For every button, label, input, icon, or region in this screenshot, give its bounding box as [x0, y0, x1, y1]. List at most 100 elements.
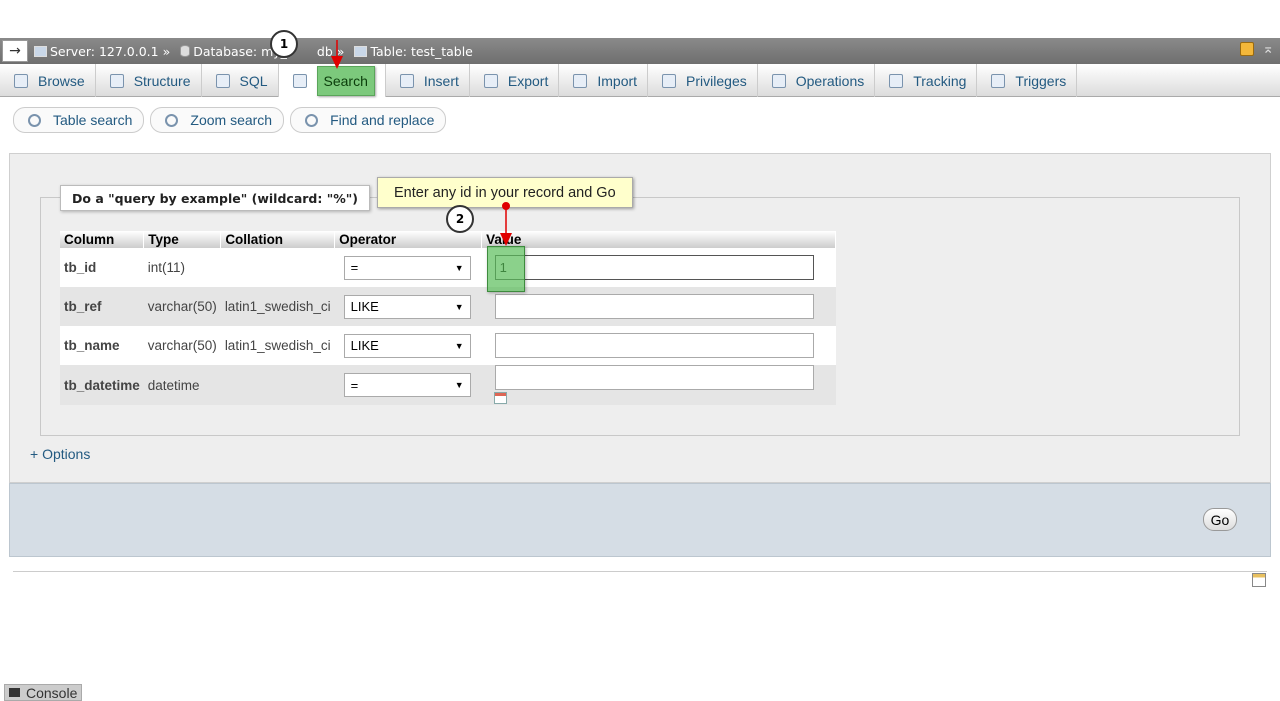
breadcrumb-server-label: Server: 127.0.0.1: [50, 43, 159, 59]
console-label: Console: [26, 684, 78, 701]
tab-browse[interactable]: Browse: [0, 64, 96, 97]
tab-label: Browse: [38, 72, 85, 89]
console-icon: [9, 688, 20, 697]
table-row: tb_id int(11) = ▼: [60, 248, 836, 287]
nav-toggle-arrow-icon[interactable]: →: [2, 40, 28, 62]
subtab-zoom-search[interactable]: Zoom search: [150, 107, 285, 133]
operator-value: =: [350, 377, 359, 393]
tab-import[interactable]: Import: [559, 64, 649, 97]
operator-value: LIKE: [350, 338, 379, 353]
tab-label: Tracking: [913, 72, 967, 89]
console-toggle[interactable]: Console: [4, 684, 83, 701]
breadcrumb-database-label-tail: db: [316, 43, 333, 59]
divider: [13, 571, 1267, 572]
operator-select[interactable]: = ▼: [343, 255, 471, 280]
tab-insert[interactable]: Insert: [386, 64, 470, 97]
value-input-tb_name[interactable]: [494, 333, 814, 358]
column-name: tb_name: [60, 326, 144, 365]
breadcrumb: → Server: 127.0.0.1 » Database: my_ db »…: [0, 38, 1280, 64]
breadcrumb-database[interactable]: Database: my_ db: [180, 44, 333, 59]
header-value: Value: [481, 231, 837, 248]
insert-icon: [399, 73, 414, 88]
page-related-settings-icon[interactable]: [1252, 573, 1266, 587]
tab-structure[interactable]: Structure: [96, 64, 202, 97]
table-row: tb_datetime datetime = ▼: [60, 365, 836, 405]
browse-icon: [14, 73, 28, 88]
step-badge-2: 2: [446, 205, 474, 233]
value-input-tb_ref[interactable]: [494, 294, 814, 319]
column-type: datetime: [143, 365, 221, 405]
tab-label: Search: [316, 65, 375, 96]
breadcrumb-table[interactable]: Table: test_table: [354, 43, 473, 59]
subtab-label: Zoom search: [190, 112, 273, 128]
tab-privileges[interactable]: Privileges: [648, 64, 758, 97]
magnifier-icon: [28, 113, 41, 127]
tab-export[interactable]: Export: [470, 64, 560, 97]
tab-label: Insert: [423, 72, 459, 89]
column-type: varchar(50): [143, 287, 221, 326]
structure-icon: [109, 73, 124, 88]
column-collation: latin1_swedish_ci: [220, 326, 335, 365]
operator-select[interactable]: LIKE ▼: [343, 333, 471, 358]
column-name: tb_id: [60, 248, 144, 287]
tab-search[interactable]: Search: [278, 64, 386, 97]
column-collation: [220, 365, 335, 405]
breadcrumb-table-label: Table: test_table: [370, 43, 473, 59]
tab-tracking[interactable]: Tracking: [875, 64, 978, 97]
zoom-icon: [165, 113, 179, 127]
column-type: int(11): [143, 248, 221, 287]
caret-down-icon: ▼: [454, 340, 464, 351]
caret-down-icon: ▼: [454, 380, 464, 390]
collapse-top-icon[interactable]: ⌅: [1262, 42, 1274, 56]
value-input-tb_datetime[interactable]: [494, 365, 814, 390]
breadcrumb-separator: »: [162, 43, 171, 59]
header-column: Column: [60, 231, 145, 248]
header-operator: Operator: [334, 231, 483, 248]
table-row: tb_name varchar(50) latin1_swedish_ci LIKE ▼: [60, 326, 836, 365]
export-icon: [483, 73, 498, 88]
subtab-find-and-replace[interactable]: Find and replace: [290, 107, 447, 133]
tab-label: Structure: [133, 72, 191, 89]
instruction-tooltip: Enter any id in your record and Go: [377, 177, 633, 208]
sql-icon: [215, 73, 230, 88]
tab-operations[interactable]: Operations: [758, 64, 876, 97]
tab-label: Export: [507, 72, 549, 89]
server-icon: [34, 45, 47, 57]
tab-label: SQL: [239, 72, 268, 89]
table-tabs: Browse Structure SQL Search Insert Export Impo…: [0, 64, 1280, 97]
header-collation: Collation: [220, 231, 336, 248]
database-icon: [180, 45, 191, 57]
replace-icon: [305, 113, 319, 127]
tab-triggers[interactable]: Triggers: [977, 64, 1078, 97]
query-legend: Do a "query by example" (wildcard: "%"): [60, 185, 370, 211]
tab-label: Privileges: [686, 72, 747, 89]
caret-down-icon: ▼: [454, 262, 464, 273]
lock-icon[interactable]: [1240, 42, 1255, 56]
column-collation: latin1_swedish_ci: [220, 287, 335, 326]
options-link[interactable]: + Options: [30, 446, 90, 462]
go-button[interactable]: Go: [1203, 508, 1237, 531]
value-input-tb_id[interactable]: [494, 255, 814, 280]
subtab-label: Table search: [53, 112, 133, 128]
breadcrumb-separator: »: [336, 43, 345, 59]
table-row: tb_ref varchar(50) latin1_swedish_ci LIKE ▼: [60, 287, 836, 326]
tab-label: Operations: [795, 72, 865, 89]
calendar-icon[interactable]: [493, 392, 507, 405]
breadcrumb-server[interactable]: Server: 127.0.0.1: [34, 44, 159, 59]
column-collation: [220, 248, 335, 287]
search-criteria-table: Column Type Collation Operator Value tb_…: [60, 231, 837, 405]
form-footer: [9, 483, 1271, 557]
subtab-table-search[interactable]: Table search: [13, 107, 145, 133]
value-input-highlight: [487, 246, 525, 292]
step-badge-1: 1: [270, 30, 298, 58]
header-type: Type: [143, 231, 222, 248]
import-icon: [573, 73, 588, 88]
operator-select[interactable]: LIKE ▼: [343, 294, 471, 319]
operator-value: LIKE: [350, 299, 379, 314]
subtab-label: Find and replace: [330, 112, 435, 128]
tab-sql[interactable]: SQL: [202, 64, 279, 97]
search-subtabs: Table search Zoom search Find and replace: [13, 107, 447, 133]
operator-select[interactable]: = ▼: [343, 373, 471, 397]
operator-value: =: [350, 260, 359, 275]
search-icon: [292, 73, 307, 88]
